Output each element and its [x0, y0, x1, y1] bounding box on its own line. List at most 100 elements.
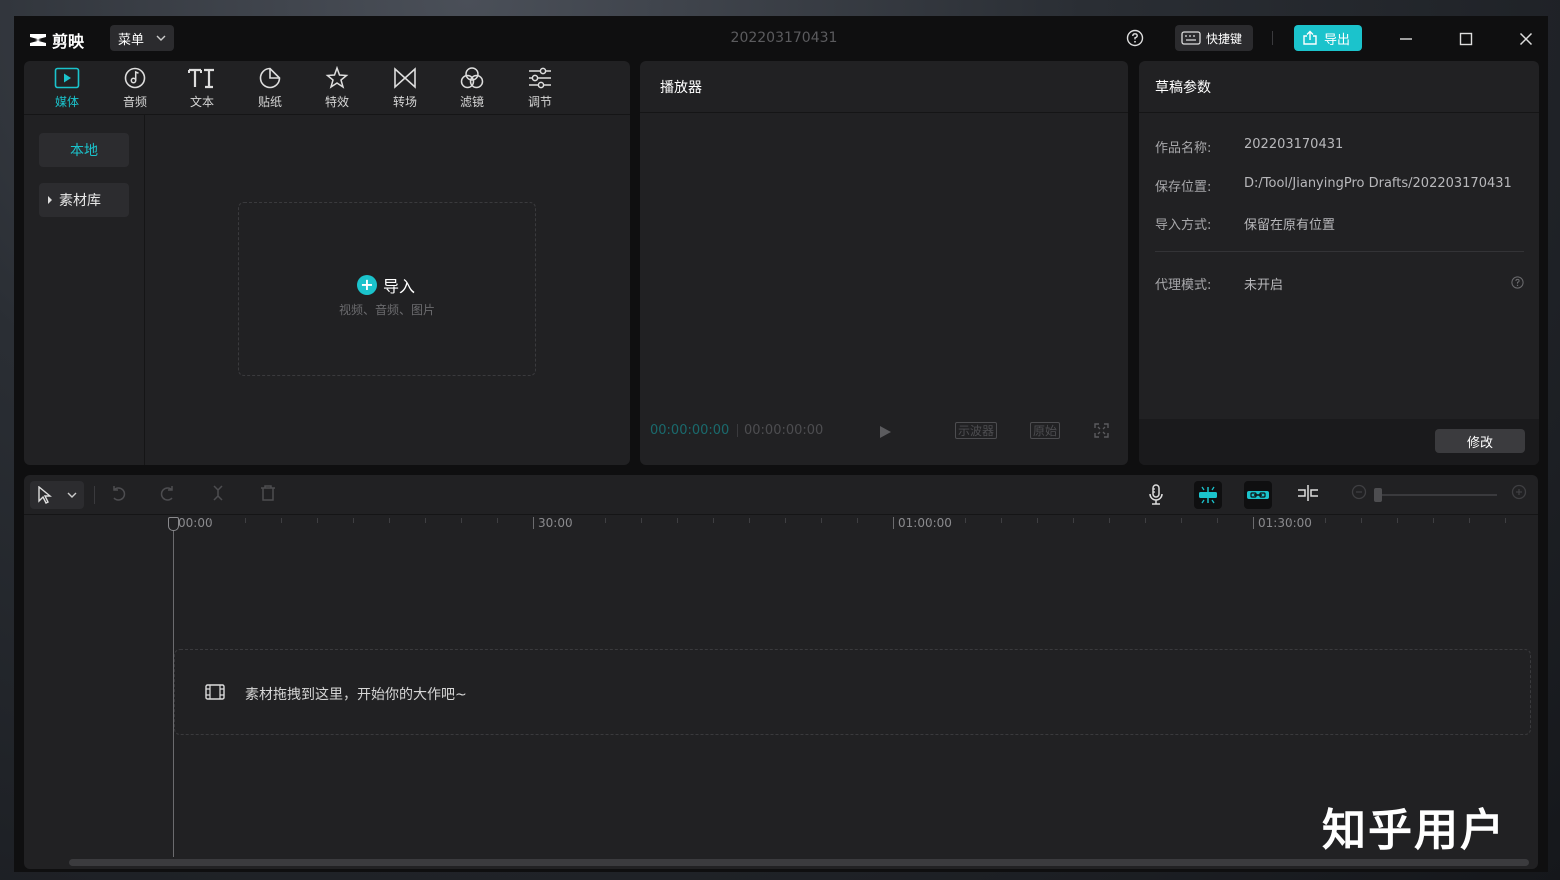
zoom-slider-handle[interactable] [1374, 488, 1382, 502]
sidebar-item-label: 素材库 [59, 193, 101, 209]
tab-label: 音频 [122, 95, 147, 109]
divider [737, 424, 738, 437]
chevron-down-icon [156, 35, 166, 41]
divider [1155, 251, 1524, 252]
export-icon [1303, 30, 1317, 45]
select-tool-button[interactable] [30, 481, 84, 509]
sticker-icon [259, 67, 281, 89]
modify-button[interactable]: 修改 [1435, 429, 1525, 453]
ruler-minor-tick [857, 518, 858, 523]
tab-effects[interactable]: 特效 [310, 65, 364, 113]
param-value: D:/Tool/JianyingPro Drafts/202203170431 [1244, 176, 1512, 191]
proxy-row: 代理模式: 未开启 [1155, 274, 1283, 293]
ruler-minor-tick [1433, 518, 1434, 523]
player-title: 播放器 [640, 61, 1128, 113]
tab-sticker[interactable]: 贴纸 [243, 65, 297, 113]
minimize-button[interactable] [1395, 28, 1417, 50]
undo-icon[interactable] [109, 484, 127, 502]
ruler-minor-tick [821, 518, 822, 523]
tab-media[interactable]: 媒体 [40, 65, 94, 113]
tab-transition[interactable]: 转场 [378, 65, 432, 113]
tab-label: 调节 [527, 95, 552, 109]
import-area[interactable]: + 导入 视频、音频、图片 [238, 202, 536, 376]
ruler-minor-tick [749, 518, 750, 523]
timeline-panel: 00:00 30:00 01:00:00 01:30:00 素材拖拽到这里，开始… [24, 475, 1538, 869]
param-value: 未开启 [1244, 278, 1284, 293]
media-tabs: 媒体 音频 文本 贴纸 特效 转场 滤镜 调节 [24, 61, 630, 115]
effects-icon [325, 66, 349, 89]
tab-label: 滤镜 [459, 95, 484, 109]
ruler-label: 01:00:00 [898, 516, 952, 530]
param-key: 作品名称: [1155, 141, 1212, 156]
film-icon [205, 684, 225, 700]
microphone-icon[interactable] [1147, 484, 1165, 506]
sidebar-item-local[interactable]: 本地 [39, 133, 129, 167]
ruler-minor-tick [1109, 518, 1110, 523]
sidebar-item-label: 本地 [70, 143, 98, 159]
split-icon[interactable] [209, 484, 227, 502]
app-logo: 剪映 [28, 28, 84, 52]
ruler-minor-tick [281, 518, 282, 523]
param-row: 导入方式: 保留在原有位置 [1155, 214, 1335, 233]
player-controls: 00:00:00:00 00:00:00:00 示波器 原始 [640, 419, 1128, 445]
timeline-toolbar [24, 475, 1538, 515]
watermark: 知乎用户 [1322, 805, 1506, 856]
export-button[interactable]: 导出 [1294, 25, 1362, 51]
waveform-button[interactable]: 示波器 [955, 422, 998, 439]
media-sidebar: 本地 素材库 [24, 115, 145, 465]
zoom-out-icon[interactable] [1351, 484, 1367, 500]
zoom-in-icon[interactable] [1511, 484, 1527, 500]
ruler-minor-tick [1469, 518, 1470, 523]
ruler-label: 30:00 [538, 516, 573, 530]
logo-icon [30, 34, 46, 46]
help-icon[interactable] [1511, 276, 1524, 289]
menu-button[interactable]: 菜单 [110, 25, 174, 51]
current-timecode: 00:00:00:00 [650, 423, 730, 438]
delete-icon[interactable] [259, 484, 277, 502]
close-button[interactable] [1515, 28, 1537, 50]
maximize-button[interactable] [1455, 28, 1477, 50]
title-bar: 剪映 菜单 202203170431 快捷键 导出 [14, 16, 1548, 61]
player-panel: 播放器 00:00:00:00 00:00:00:00 示波器 原始 [640, 61, 1128, 465]
ruler-minor-tick [353, 518, 354, 523]
time-ruler[interactable]: 00:00 30:00 01:00:00 01:30:00 [24, 515, 1538, 533]
text-icon [188, 68, 214, 89]
ruler-minor-tick [389, 518, 390, 523]
zoom-slider[interactable] [1382, 494, 1497, 496]
import-button[interactable]: + 导入 [357, 273, 415, 297]
ruler-minor-tick [1505, 518, 1506, 523]
ruler-minor-tick [677, 518, 678, 523]
ruler-minor-tick [641, 518, 642, 523]
import-hint: 视频、音频、图片 [338, 303, 435, 317]
tab-adjust[interactable]: 调节 [513, 65, 567, 113]
ruler-minor-tick [245, 518, 246, 523]
ruler-minor-tick [569, 518, 570, 523]
fullscreen-icon[interactable] [1094, 423, 1109, 438]
preview-axis-icon[interactable] [1296, 484, 1320, 502]
shortcut-button[interactable]: 快捷键 [1175, 25, 1253, 51]
draft-params-footer: 修改 [1139, 419, 1539, 465]
tab-filter[interactable]: 滤镜 [445, 65, 499, 113]
draft-params-panel: 草稿参数 作品名称: 202203170431 保存位置: D:/Tool/Ji… [1139, 61, 1539, 465]
ruler-minor-tick [1325, 518, 1326, 523]
play-icon[interactable] [878, 425, 892, 439]
ruler-minor-tick [929, 518, 930, 523]
horizontal-scrollbar[interactable] [69, 859, 1529, 866]
project-title: 202203170431 [730, 30, 838, 46]
ruler-minor-tick [317, 518, 318, 523]
tab-label: 特效 [324, 95, 349, 109]
linkage-toggle[interactable] [1244, 481, 1272, 509]
playhead-handle[interactable] [168, 517, 179, 531]
redo-icon[interactable] [159, 484, 177, 502]
transition-icon [394, 67, 416, 89]
timeline-drop-zone[interactable]: 素材拖拽到这里，开始你的大作吧~ [174, 649, 1531, 735]
media-icon [54, 67, 80, 89]
tab-text[interactable]: 文本 [175, 65, 229, 113]
help-icon[interactable] [1126, 29, 1144, 47]
tab-audio[interactable]: 音频 [108, 65, 162, 113]
auto-snap-toggle[interactable] [1194, 481, 1222, 509]
sidebar-item-library[interactable]: 素材库 [39, 183, 129, 217]
chevron-down-icon [67, 492, 77, 498]
original-ratio-button[interactable]: 原始 [1030, 422, 1061, 439]
caret-right-icon [48, 196, 52, 204]
